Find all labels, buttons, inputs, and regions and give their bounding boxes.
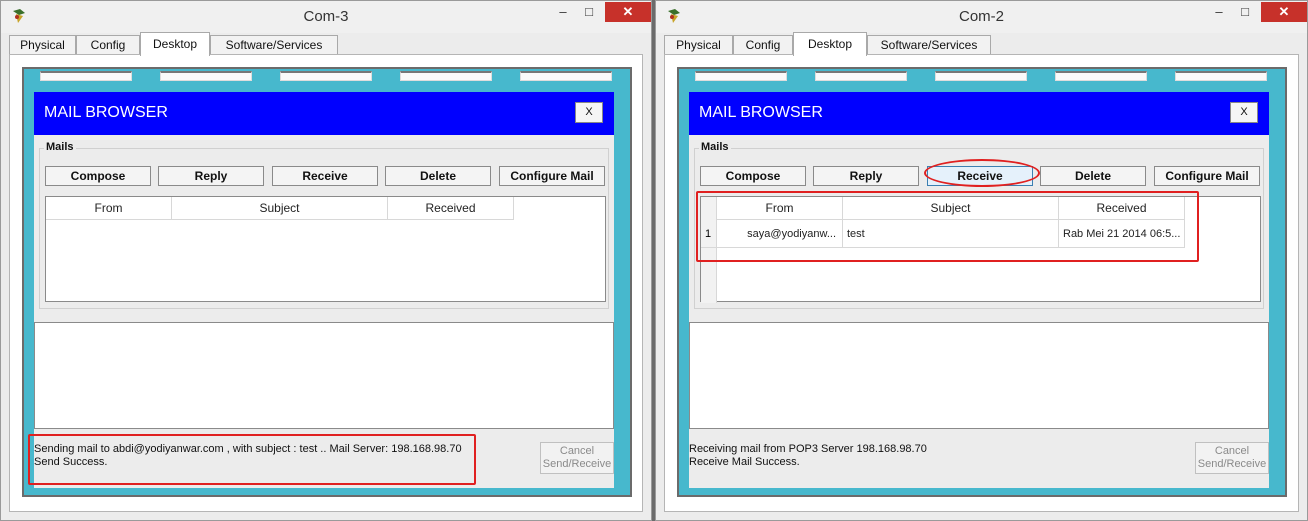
desktop-app-icon[interactable] [280, 71, 372, 81]
configure-mail-button[interactable]: Configure Mail [499, 166, 605, 186]
cancel-label: Cancel [1214, 445, 1250, 457]
status-line: Receive Mail Success. [689, 456, 800, 468]
window-com-2: Com-2 – □ ✕ Physical Config Desktop Soft… [655, 0, 1308, 521]
tab-physical[interactable]: Physical [9, 35, 76, 55]
desktop-app-icon[interactable] [520, 71, 612, 81]
desktop-app-icon[interactable] [40, 71, 132, 81]
tab-config[interactable]: Config [76, 35, 140, 55]
desktop-app-icon[interactable] [400, 71, 492, 81]
tab-desktop[interactable]: Desktop [793, 32, 867, 56]
delete-button[interactable]: Delete [1040, 166, 1146, 186]
desktop-panel: MAIL BROWSER X Mails Compose Reply Recei… [664, 54, 1299, 512]
desktop-app-icon[interactable] [935, 71, 1027, 81]
title-bar[interactable]: Com-2 – □ ✕ [656, 1, 1307, 33]
desktop-area: MAIL BROWSER X Mails Compose Reply Recei… [677, 67, 1287, 497]
column-header-subject[interactable]: Subject [172, 197, 388, 220]
mail-browser-title: MAIL BROWSER [699, 104, 823, 121]
tab-software-services[interactable]: Software/Services [867, 35, 991, 55]
mails-label: Mails [44, 141, 76, 153]
mails-label: Mails [699, 141, 731, 153]
column-header-received[interactable]: Received [388, 197, 514, 220]
close-app-button[interactable]: X [575, 102, 603, 123]
close-window-button[interactable]: ✕ [605, 2, 651, 22]
cancel-send-receive-button: Cancel Send/Receive [1195, 442, 1269, 474]
mail-browser-title: MAIL BROWSER [44, 104, 168, 121]
send-receive-label: Send/Receive [1197, 458, 1267, 470]
highlight-box [28, 434, 476, 485]
configure-mail-button[interactable]: Configure Mail [1154, 166, 1260, 186]
desktop-app-icon[interactable] [695, 71, 787, 81]
mail-table[interactable]: From Subject Received [45, 196, 606, 302]
tab-config[interactable]: Config [733, 35, 793, 55]
highlight-ellipse [924, 159, 1040, 187]
tab-software-services[interactable]: Software/Services [210, 35, 338, 55]
send-receive-label: Send/Receive [542, 458, 612, 470]
tab-desktop[interactable]: Desktop [140, 32, 210, 56]
maximize-button[interactable]: □ [577, 2, 601, 22]
minimize-button[interactable]: – [551, 2, 575, 22]
desktop-app-icon[interactable] [1055, 71, 1147, 81]
status-text: Receiving mail from POP3 Server 198.168.… [689, 443, 927, 469]
highlight-box [696, 191, 1199, 262]
compose-button[interactable]: Compose [700, 166, 806, 186]
reply-button[interactable]: Reply [813, 166, 919, 186]
mail-browser-app: MAIL BROWSER X Mails Compose Reply Recei… [34, 92, 614, 488]
mail-browser-app: MAIL BROWSER X Mails Compose Reply Recei… [689, 92, 1269, 488]
cancel-label: Cancel [559, 445, 595, 457]
mail-body-area[interactable] [34, 322, 614, 429]
desktop-app-icon[interactable] [160, 71, 252, 81]
reply-button[interactable]: Reply [158, 166, 264, 186]
desktop-app-icon[interactable] [1175, 71, 1267, 81]
minimize-button[interactable]: – [1207, 2, 1231, 22]
window-com-3: Com-3 – □ ✕ Physical Config Desktop Soft… [0, 0, 652, 521]
status-line: Receiving mail from POP3 Server 198.168.… [689, 443, 927, 455]
mail-body-area[interactable] [689, 322, 1269, 429]
compose-button[interactable]: Compose [45, 166, 151, 186]
title-bar[interactable]: Com-3 – □ ✕ [1, 1, 651, 33]
mails-group: Mails Compose Reply Receive Delete Confi… [39, 141, 609, 309]
mail-browser-header: MAIL BROWSER X [34, 92, 614, 135]
delete-button[interactable]: Delete [385, 166, 491, 186]
tab-physical[interactable]: Physical [664, 35, 733, 55]
maximize-button[interactable]: □ [1233, 2, 1257, 22]
close-app-button[interactable]: X [1230, 102, 1258, 123]
cancel-send-receive-button: Cancel Send/Receive [540, 442, 614, 474]
desktop-area: MAIL BROWSER X Mails Compose Reply Recei… [22, 67, 632, 497]
desktop-app-icon[interactable] [815, 71, 907, 81]
column-header-from[interactable]: From [46, 197, 172, 220]
mail-browser-header: MAIL BROWSER X [689, 92, 1269, 135]
close-window-button[interactable]: ✕ [1261, 2, 1307, 22]
receive-button[interactable]: Receive [272, 166, 378, 186]
